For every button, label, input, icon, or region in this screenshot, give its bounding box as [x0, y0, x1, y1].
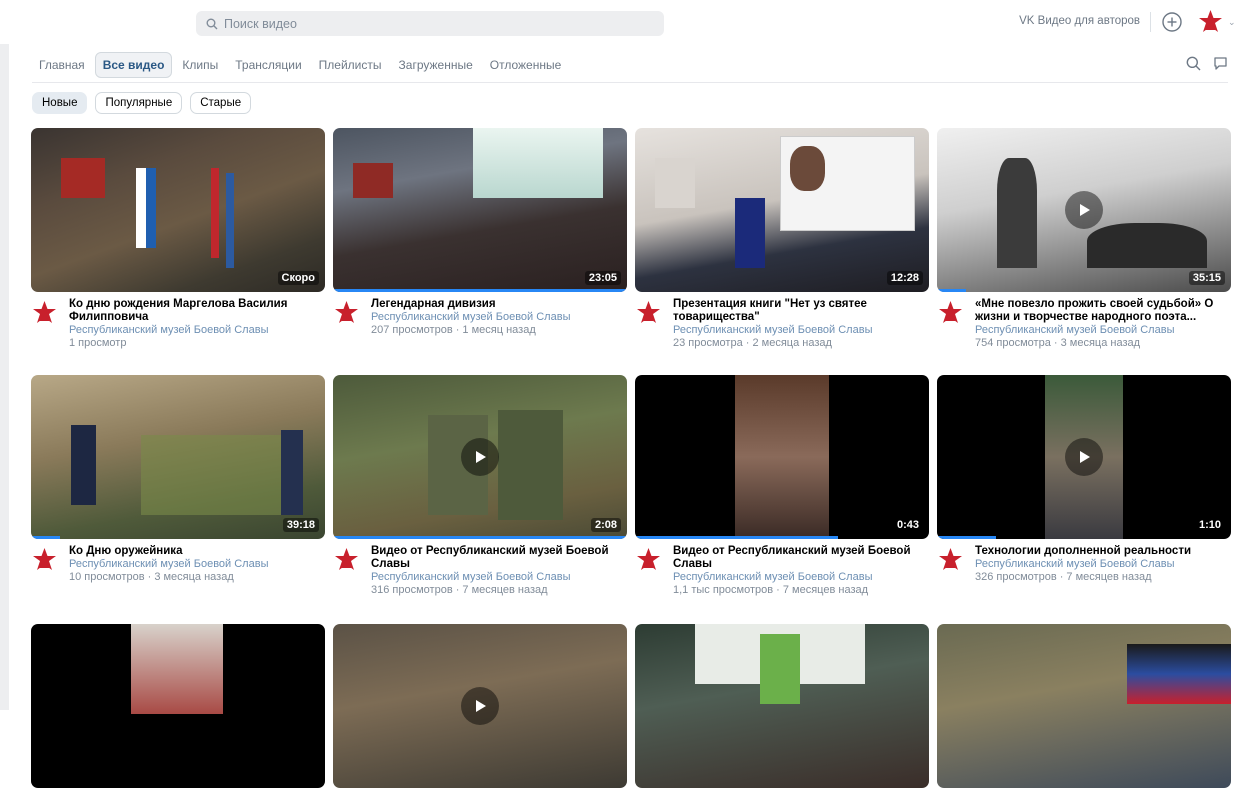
channel-avatar[interactable] [333, 300, 360, 324]
search-icon [206, 18, 218, 29]
channel-name[interactable]: Республиканский музей Боевой Славы [69, 558, 309, 571]
user-avatar[interactable] [1197, 9, 1224, 33]
filter-new[interactable]: Новые [32, 92, 88, 114]
video-duration: 2:08 [590, 518, 621, 532]
tab-playlists[interactable]: Плейлисты [312, 53, 389, 77]
video-duration: 12:28 [886, 271, 923, 285]
tab-scheduled[interactable]: Отложенные [483, 53, 569, 77]
video-thumbnail[interactable] [937, 624, 1231, 788]
video-thumbnail[interactable]: 0:43 [635, 375, 929, 539]
video-stats: 1,1 тыс просмотров · 7 месяцев назад [673, 584, 869, 596]
video-title[interactable]: Презентация книги "Нет уз святее товарищ… [673, 298, 913, 324]
channel-avatar[interactable] [31, 547, 58, 571]
play-icon[interactable] [461, 687, 499, 725]
channel-avatar[interactable] [635, 547, 662, 571]
video-duration: 0:43 [892, 518, 923, 532]
search-input[interactable]: Поиск видео [196, 11, 664, 36]
channel-avatar[interactable] [333, 547, 360, 571]
channel-name[interactable]: Республиканский музей Боевой Славы [371, 311, 611, 324]
video-title[interactable]: Технологии дополненной реальности [975, 545, 1215, 558]
top-bar: Поиск видео VK Видео для авторов ⌄ [0, 0, 1240, 44]
divider [1150, 12, 1151, 32]
watch-progress [31, 536, 61, 539]
watch-progress [333, 536, 627, 539]
vk-video-for-authors-link[interactable]: VK Видео для авторов [1019, 15, 1140, 27]
channel-name[interactable]: Республиканский музей Боевой Славы [975, 558, 1215, 571]
video-title[interactable]: Ко дню рождения Маргелова Василия Филипп… [69, 298, 309, 324]
video-thumbnail[interactable]: 39:18 [31, 375, 325, 539]
channel-name[interactable]: Республиканский музей Боевой Славы [69, 324, 309, 337]
watch-progress [635, 536, 838, 539]
sort-filters: Новые Популярные Старые [32, 92, 252, 114]
video-title[interactable]: Ко Дню оружейника [69, 545, 309, 558]
play-icon[interactable] [461, 438, 499, 476]
video-stats: 207 просмотров · 1 месяц назад [371, 324, 536, 336]
tab-clips[interactable]: Клипы [175, 53, 225, 77]
channel-name[interactable]: Республиканский музей Боевой Славы [673, 571, 913, 584]
video-duration: Скоро [277, 271, 319, 285]
channel-avatar[interactable] [937, 300, 964, 324]
video-thumbnail[interactable]: Скоро [31, 128, 325, 292]
channel-avatar[interactable] [31, 300, 58, 324]
channel-name[interactable]: Республиканский музей Боевой Славы [975, 324, 1215, 337]
watch-progress [937, 536, 996, 539]
video-duration: 23:05 [584, 271, 621, 285]
tab-actions [1186, 56, 1228, 71]
tab-all-videos[interactable]: Все видео [94, 52, 173, 78]
watch-progress [937, 289, 967, 292]
channel-name[interactable]: Республиканский музей Боевой Славы [673, 324, 913, 337]
video-duration: 39:18 [282, 518, 319, 532]
tab-bar: Главная Все видео Клипы Трансляции Плейл… [32, 52, 571, 78]
video-stats: 754 просмотра · 3 месяца назад [975, 337, 1141, 349]
video-thumbnail[interactable] [635, 624, 929, 788]
channel-name[interactable]: Республиканский музей Боевой Славы [371, 571, 611, 584]
video-title[interactable]: Видео от Республиканский музей Боевой Сл… [371, 545, 611, 571]
chevron-down-icon[interactable]: ⌄ [1228, 17, 1236, 28]
filter-popular[interactable]: Популярные [95, 92, 183, 114]
video-thumbnail[interactable] [31, 624, 325, 788]
video-duration: 35:15 [1188, 271, 1225, 285]
video-duration: 1:10 [1194, 518, 1225, 532]
add-video-icon[interactable] [1161, 11, 1183, 33]
search-placeholder: Поиск видео [224, 16, 297, 31]
play-icon[interactable] [1065, 438, 1103, 476]
tab-streams[interactable]: Трансляции [228, 53, 308, 77]
video-thumbnail[interactable]: 35:15 [937, 128, 1231, 292]
tab-home[interactable]: Главная [32, 53, 92, 77]
video-thumbnail[interactable]: 12:28 [635, 128, 929, 292]
channel-avatar[interactable] [937, 547, 964, 571]
video-thumbnail[interactable]: 2:08 [333, 375, 627, 539]
video-title[interactable]: «Мне повезло прожить своей судьбой» О жи… [975, 298, 1215, 324]
video-thumbnail[interactable]: 1:10 [937, 375, 1231, 539]
video-title[interactable]: Видео от Республиканский музей Боевой Сл… [673, 545, 913, 571]
left-gutter [0, 44, 9, 710]
video-thumbnail[interactable]: 23:05 [333, 128, 627, 292]
video-title[interactable]: Легендарная дивизия [371, 298, 611, 311]
video-stats: 326 просмотров · 7 месяцев назад [975, 571, 1152, 583]
video-stats: 1 просмотр [69, 337, 127, 349]
play-icon[interactable] [1065, 191, 1103, 229]
comment-icon[interactable] [1213, 56, 1228, 71]
watch-progress [333, 289, 627, 292]
video-stats: 10 просмотров · 3 месяца назад [69, 571, 234, 583]
search-icon[interactable] [1186, 56, 1201, 71]
divider [32, 82, 1228, 83]
video-stats: 23 просмотра · 2 месяца назад [673, 337, 832, 349]
filter-old[interactable]: Старые [190, 92, 252, 114]
channel-avatar[interactable] [635, 300, 662, 324]
video-thumbnail[interactable] [333, 624, 627, 788]
video-stats: 316 просмотров · 7 месяцев назад [371, 584, 548, 596]
tab-uploaded[interactable]: Загруженные [392, 53, 480, 77]
